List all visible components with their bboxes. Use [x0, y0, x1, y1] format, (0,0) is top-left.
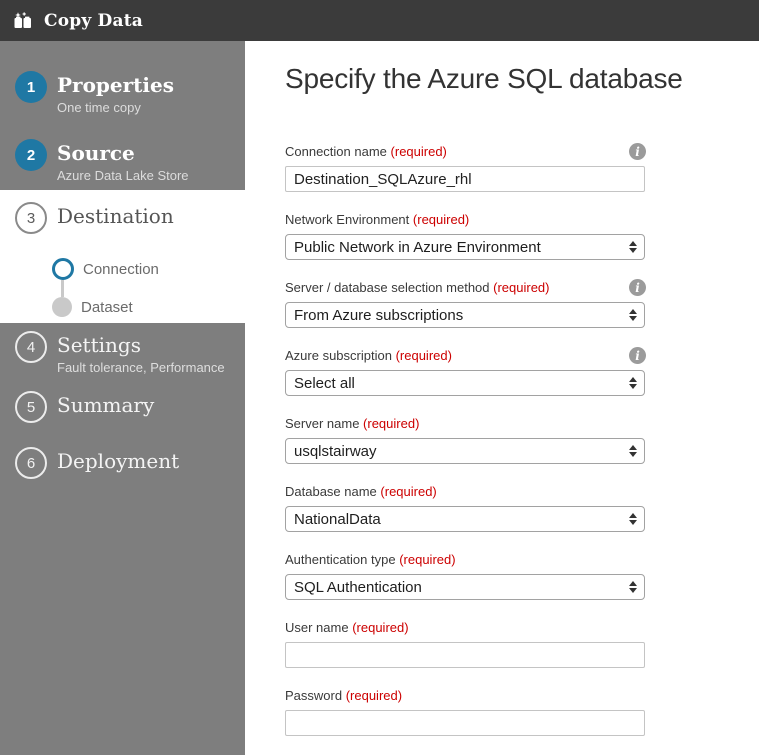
required-marker: (required) — [346, 688, 402, 703]
field-password: Password (required) — [285, 687, 645, 736]
main-panel: Specify the Azure SQL database Connectio… — [245, 41, 759, 755]
step-number-badge: 3 — [15, 202, 47, 234]
required-marker: (required) — [493, 280, 549, 295]
azure-sql-form: Connection name (required) i Network Env… — [285, 143, 645, 736]
step-number-badge: 1 — [15, 71, 47, 103]
step-title: Settings — [57, 333, 225, 357]
field-label: Azure subscription (required) — [285, 348, 452, 363]
password-input[interactable] — [285, 710, 645, 736]
required-marker: (required) — [399, 552, 455, 567]
field-database-name: Database name (required) NationalData — [285, 483, 645, 532]
select-value: usqlstairway — [294, 443, 377, 460]
required-marker: (required) — [380, 484, 436, 499]
connection-name-input[interactable] — [285, 166, 645, 192]
select-value: From Azure subscriptions — [294, 307, 463, 324]
authentication-type-select[interactable]: SQL Authentication — [285, 574, 645, 600]
substep-connection[interactable]: Connection — [52, 250, 245, 288]
network-environment-select[interactable]: Public Network in Azure Environment — [285, 234, 645, 260]
step-title: Properties — [57, 73, 174, 97]
field-connection-name: Connection name (required) i — [285, 143, 645, 192]
sidebar-step-summary[interactable]: 5 Summary — [0, 391, 245, 423]
step-subtitle: Fault tolerance, Performance — [57, 359, 225, 376]
select-value: Select all — [294, 375, 355, 392]
field-label: User name (required) — [285, 620, 409, 635]
select-value: NationalData — [294, 511, 381, 528]
field-label: Database name (required) — [285, 484, 437, 499]
page-title: Specify the Azure SQL database — [285, 63, 759, 95]
field-user-name: User name (required) — [285, 619, 645, 668]
copy-data-icon — [10, 8, 36, 34]
select-stepper-icon — [629, 377, 637, 389]
user-name-input[interactable] — [285, 642, 645, 668]
select-stepper-icon — [629, 581, 637, 593]
field-label: Password (required) — [285, 688, 402, 703]
select-stepper-icon — [629, 309, 637, 321]
sidebar-band-upcoming: 4 Settings Fault tolerance, Performance … — [0, 323, 245, 755]
sidebar-band-completed: 1 Properties One time copy 2 Source Azur… — [0, 41, 245, 190]
step-number-badge: 2 — [15, 139, 47, 171]
destination-substeps: Connection Dataset — [52, 250, 245, 326]
required-marker: (required) — [363, 416, 419, 431]
sidebar-band-current: 3 Destination Connection Dataset — [0, 190, 245, 323]
field-authentication-type: Authentication type (required) SQL Authe… — [285, 551, 645, 600]
field-label: Authentication type (required) — [285, 552, 456, 567]
step-title: Source — [57, 141, 189, 165]
sidebar-step-source[interactable]: 2 Source Azure Data Lake Store — [0, 139, 245, 184]
step-number-badge: 6 — [15, 447, 47, 479]
field-label: Connection name (required) — [285, 144, 447, 159]
step-number-badge: 5 — [15, 391, 47, 423]
substep-active-circle-icon — [52, 258, 74, 280]
info-icon[interactable]: i — [629, 143, 646, 160]
sidebar-step-settings[interactable]: 4 Settings Fault tolerance, Performance — [0, 331, 245, 376]
required-marker: (required) — [352, 620, 408, 635]
field-label: Network Environment (required) — [285, 212, 469, 227]
substep-label: Dataset — [81, 299, 133, 316]
substep-label: Connection — [83, 261, 159, 278]
step-subtitle: Azure Data Lake Store — [57, 167, 189, 184]
step-title: Destination — [57, 204, 174, 228]
field-azure-subscription: Azure subscription (required) i Select a… — [285, 347, 645, 396]
wizard-steps-sidebar: 1 Properties One time copy 2 Source Azur… — [0, 41, 245, 755]
select-stepper-icon — [629, 241, 637, 253]
info-icon[interactable]: i — [629, 347, 646, 364]
field-selection-method: Server / database selection method (requ… — [285, 279, 645, 328]
sidebar-step-properties[interactable]: 1 Properties One time copy — [0, 71, 245, 116]
field-label: Server / database selection method (requ… — [285, 280, 550, 295]
required-marker: (required) — [413, 212, 469, 227]
field-server-name: Server name (required) usqlstairway — [285, 415, 645, 464]
step-number-badge: 4 — [15, 331, 47, 363]
selection-method-select[interactable]: From Azure subscriptions — [285, 302, 645, 328]
substep-dataset[interactable]: Dataset — [52, 288, 245, 326]
sidebar-step-destination[interactable]: 3 Destination — [0, 202, 245, 234]
substep-connector-line — [61, 280, 64, 297]
step-subtitle: One time copy — [57, 99, 174, 116]
required-marker: (required) — [396, 348, 452, 363]
field-label: Server name (required) — [285, 416, 419, 431]
step-title: Summary — [57, 393, 154, 417]
required-marker: (required) — [391, 144, 447, 159]
substep-pending-circle-icon — [52, 297, 72, 317]
select-value: Public Network in Azure Environment — [294, 239, 541, 256]
step-title: Deployment — [57, 449, 179, 473]
select-value: SQL Authentication — [294, 579, 422, 596]
app-title: Copy Data — [44, 11, 143, 31]
sidebar-step-deployment[interactable]: 6 Deployment — [0, 447, 245, 479]
database-name-select[interactable]: NationalData — [285, 506, 645, 532]
topbar: Copy Data — [0, 0, 759, 41]
info-icon[interactable]: i — [629, 279, 646, 296]
server-name-select[interactable]: usqlstairway — [285, 438, 645, 464]
field-network-environment: Network Environment (required) Public Ne… — [285, 211, 645, 260]
select-stepper-icon — [629, 513, 637, 525]
azure-subscription-select[interactable]: Select all — [285, 370, 645, 396]
select-stepper-icon — [629, 445, 637, 457]
